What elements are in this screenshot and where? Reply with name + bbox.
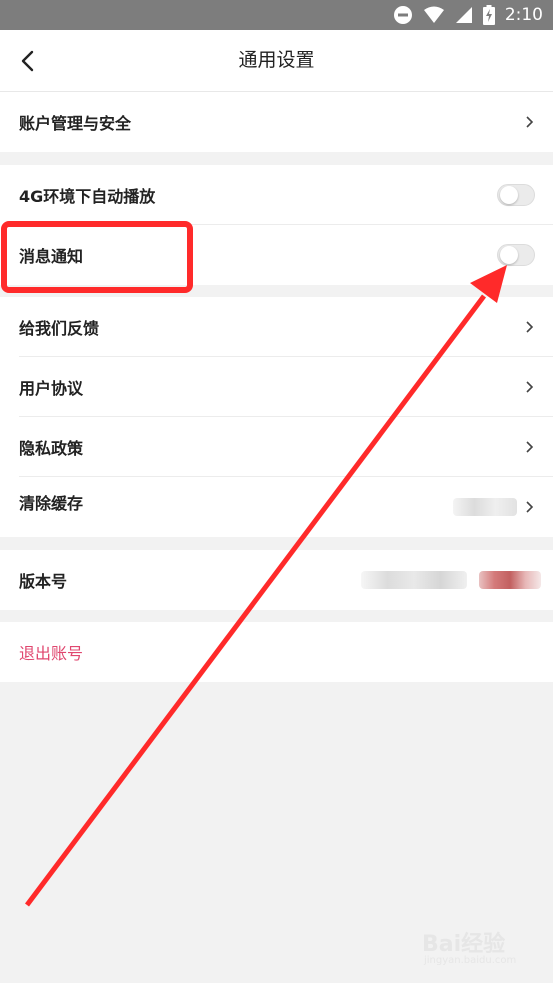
version-value-blurred bbox=[361, 571, 467, 589]
privacy-policy-label: 隐私政策 bbox=[19, 439, 84, 458]
logout-row[interactable]: 退出账号 bbox=[0, 622, 553, 682]
logout-button[interactable]: 退出账号 bbox=[19, 622, 83, 682]
feedback-row[interactable]: 给我们反馈 bbox=[0, 297, 553, 357]
account-security-label: 账户管理与安全 bbox=[19, 114, 132, 133]
watermark-url: jingyan.baidu.com bbox=[424, 955, 517, 966]
section-info: 给我们反馈 用户协议 隐私政策 清除缓存 bbox=[0, 297, 553, 537]
user-agreement-label: 用户协议 bbox=[19, 379, 84, 398]
chevron-left-icon bbox=[21, 50, 34, 72]
message-notification-row: 消息通知 bbox=[0, 225, 553, 285]
feedback-label: 给我们反馈 bbox=[19, 319, 100, 338]
chevron-right-icon bbox=[526, 441, 534, 453]
autoplay-4g-toggle[interactable] bbox=[497, 184, 535, 206]
toggle-knob bbox=[500, 186, 518, 204]
signal-icon bbox=[455, 7, 472, 23]
section-toggles: 4G环境下自动播放 消息通知 bbox=[0, 165, 553, 285]
version-row: 版本号 bbox=[0, 550, 553, 610]
account-security-row[interactable]: 账户管理与安全 bbox=[0, 92, 553, 152]
version-label: 版本号 bbox=[19, 572, 68, 591]
section-account: 账户管理与安全 bbox=[0, 92, 553, 152]
message-notification-toggle[interactable] bbox=[497, 244, 535, 266]
section-logout: 退出账号 bbox=[0, 622, 553, 682]
user-agreement-row[interactable]: 用户协议 bbox=[0, 357, 553, 417]
wifi-icon bbox=[423, 6, 444, 23]
section-version: 版本号 bbox=[0, 550, 553, 610]
status-bar: 2:10 bbox=[0, 0, 553, 30]
message-notification-label: 消息通知 bbox=[19, 247, 84, 266]
chevron-right-icon bbox=[526, 381, 534, 393]
battery-charging-icon bbox=[482, 5, 495, 25]
toggle-knob bbox=[500, 246, 518, 264]
clear-cache-row[interactable]: 清除缓存 bbox=[0, 477, 553, 537]
status-time: 2:10 bbox=[504, 5, 543, 25]
privacy-policy-row[interactable]: 隐私政策 bbox=[0, 417, 553, 477]
version-badge-blurred bbox=[479, 571, 541, 589]
chevron-right-icon bbox=[526, 321, 534, 333]
watermark-logo: Bai经验 bbox=[422, 932, 506, 957]
autoplay-4g-label: 4G环境下自动播放 bbox=[19, 187, 156, 206]
chevron-right-icon bbox=[526, 116, 534, 128]
status-icons: 2:10 bbox=[393, 0, 543, 30]
do-not-disturb-icon bbox=[393, 6, 412, 24]
back-button[interactable] bbox=[10, 44, 44, 78]
page-title: 通用设置 bbox=[238, 49, 315, 71]
clear-cache-label: 清除缓存 bbox=[19, 494, 84, 513]
chevron-right-icon bbox=[526, 501, 534, 513]
autoplay-4g-row: 4G环境下自动播放 bbox=[0, 165, 553, 225]
app-bar: 通用设置 bbox=[0, 30, 553, 92]
cache-size-blurred bbox=[453, 498, 517, 516]
